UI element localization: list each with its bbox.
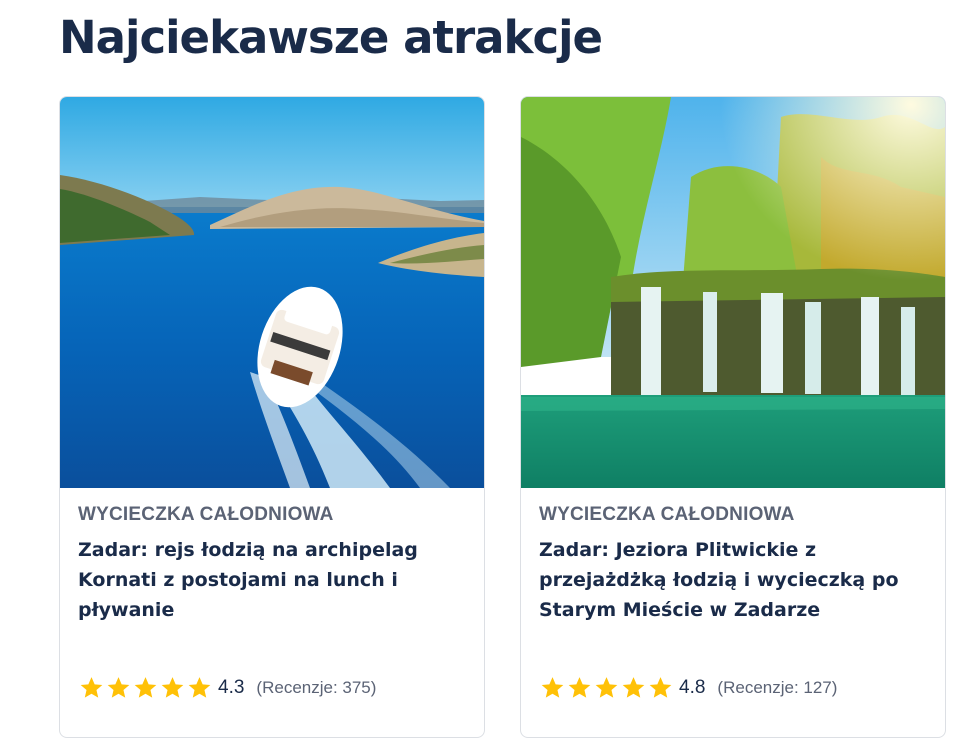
- star-icon: [595, 677, 618, 698]
- star-icon: [541, 677, 564, 698]
- card-image-waterfall[interactable]: [521, 97, 945, 488]
- star-icon: [161, 677, 184, 698]
- page-title: Najciekawsze atrakcje: [59, 11, 603, 64]
- attraction-card-plitvice[interactable]: WYCIECZKA CAŁODNIOWA Zadar: Jeziora Plit…: [520, 96, 946, 738]
- card-image-boat[interactable]: [60, 97, 484, 488]
- review-count: (Recenzje: 127): [717, 678, 838, 697]
- rating-row: 4.3 (Recenzje: 375): [78, 674, 376, 702]
- star-icon: [80, 677, 103, 698]
- attraction-card-kornati[interactable]: WYCIECZKA CAŁODNIOWA Zadar: rejs łodzią …: [59, 96, 485, 738]
- star-icon: [622, 677, 645, 698]
- star-rating: [539, 675, 674, 701]
- star-icon: [134, 677, 157, 698]
- category-label: WYCIECZKA CAŁODNIOWA: [78, 504, 334, 525]
- attraction-title-link[interactable]: Zadar: Jeziora Plitwickie z przejażdżką …: [539, 535, 919, 625]
- category-label: WYCIECZKA CAŁODNIOWA: [539, 504, 795, 525]
- rating-row: 4.8 (Recenzje: 127): [539, 674, 837, 702]
- rating-value: 4.3: [218, 677, 245, 698]
- review-count: (Recenzje: 375): [256, 678, 377, 697]
- star-icon: [568, 677, 591, 698]
- rating-value: 4.8: [679, 677, 706, 698]
- waterfall-lake-photo: [521, 97, 945, 488]
- attraction-title-link[interactable]: Zadar: rejs łodzią na archipelag Kornati…: [78, 535, 458, 625]
- star-icon: [188, 677, 211, 698]
- star-icon: [649, 677, 672, 698]
- star-rating: [78, 675, 213, 701]
- boat-archipelago-photo: [60, 97, 484, 488]
- star-icon: [107, 677, 130, 698]
